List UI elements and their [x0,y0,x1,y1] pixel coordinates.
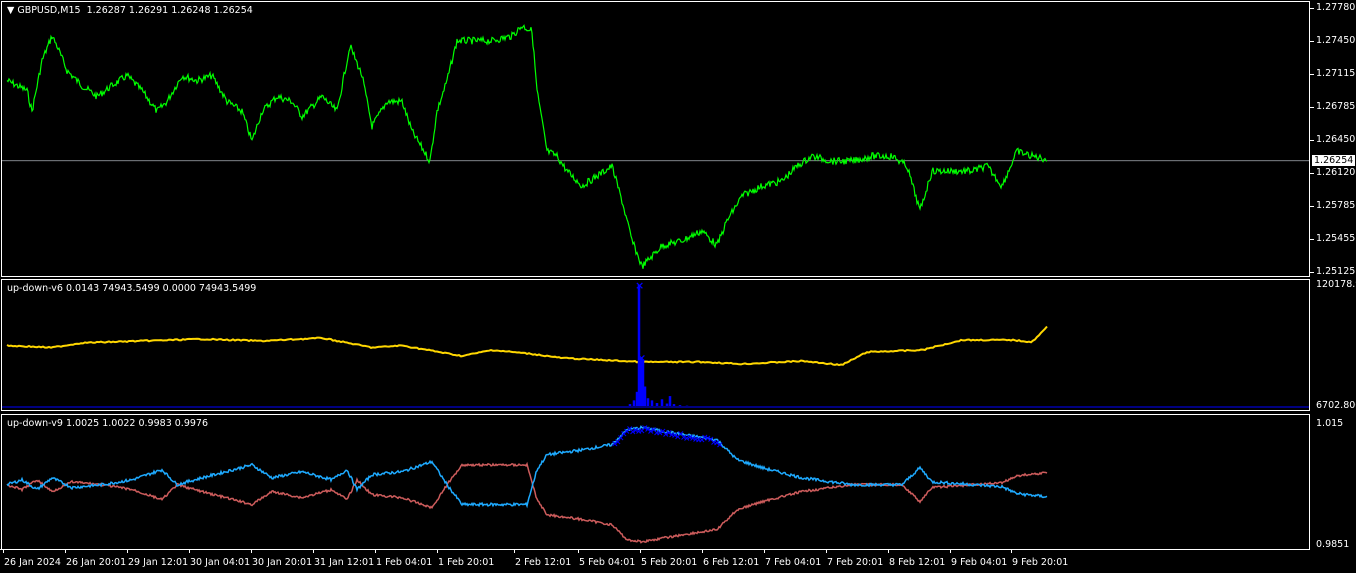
indicator-v6-label: up-down-v6 0.0143 74943.5499 0.0000 7494… [7,283,257,294]
time-tick [1011,549,1012,553]
indicator-up-down-v9-panel[interactable]: × × × × × × × × × × × × × × × × × × × × × × × × × × × × × × × × × × × × up-… [1,414,1310,550]
time-tick [437,549,438,553]
price-tick [1310,272,1314,273]
time-axis-label: 26 Jan 2024 [4,557,61,568]
v6-yellow-line [6,325,1048,367]
time-axis-label: 9 Feb 20:01 [1012,557,1069,568]
time-tick [189,549,190,553]
price-tick [1310,74,1314,75]
time-axis-label: 8 Feb 12:01 [889,557,946,568]
time-axis-label: 1 Feb 04:01 [376,557,433,568]
time-tick [578,549,579,553]
time-tick [65,549,66,553]
v9-signal-marker: × [716,440,724,450]
time-tick [251,549,252,553]
time-axis-label: 7 Feb 04:01 [765,557,822,568]
v6-axis-bottom: 6702.806 [1316,400,1356,411]
time-tick [514,549,515,553]
price-tick [1310,140,1314,141]
price-axis-label: 1.25785 [1316,200,1356,211]
ohlc-values: 1.26287 1.26291 1.26248 1.26254 [86,5,253,16]
v9-axis-top: 1.015 [1316,418,1344,429]
time-axis-label: 5 Feb 20:01 [641,557,698,568]
symbol-label: GBPUSD,M15 [17,5,81,16]
time-tick [888,549,889,553]
price-tick [1310,8,1314,9]
time-axis-label: 30 Jan 04:01 [190,557,251,568]
price-axis-label: 1.25455 [1316,233,1356,244]
time-axis-label: 1 Feb 20:01 [438,557,495,568]
price-line-chart [2,24,1309,269]
chart-title: ▼ GBPUSD,M15 1.26287 1.26291 1.26248 1.2… [7,5,253,16]
time-tick [950,549,951,553]
time-tick [702,549,703,553]
time-axis-label: 2 Feb 12:01 [515,557,572,568]
current-price-label: 1.26254 [1312,155,1356,166]
v6-axis-top: 120178.93 [1316,279,1356,290]
time-tick [3,549,4,553]
indicator-v9-chart: ×××××××××××××××××××××××××××××××××××× [6,423,1048,544]
price-axis-label: 1.25125 [1316,266,1356,277]
price-axis-label: 1.27115 [1316,68,1356,79]
price-tick [1310,206,1314,207]
time-axis-label: 30 Jan 20:01 [252,557,313,568]
collapse-triangle-icon[interactable]: ▼ [7,5,17,16]
time-axis-label: 5 Feb 04:01 [579,557,636,568]
time-axis-label: 9 Feb 04:01 [951,557,1008,568]
indicator-v9-label: up-down-v9 1.0025 1.0022 0.9983 0.9976 [7,418,208,429]
time-axis-line [0,549,1310,550]
time-axis-label: 29 Jan 12:01 [128,557,189,568]
time-tick [127,549,128,553]
price-axis-label: 1.27450 [1316,35,1356,46]
time-tick [764,549,765,553]
v6-peak-marker: × [635,280,644,292]
time-axis-label: 6 Feb 12:01 [703,557,760,568]
price-axis-label: 1.26120 [1316,167,1356,178]
time-tick [313,549,314,553]
price-axis-label: 1.27780 [1316,2,1356,13]
time-axis-label: 31 Jan 12:01 [314,557,375,568]
time-tick [640,549,641,553]
price-axis-label: 1.26785 [1316,101,1356,112]
price-axis-label: 1.26450 [1316,134,1356,145]
v9-axis-bottom: 0.9851 [1316,539,1350,550]
indicator-up-down-v6-panel[interactable]: × × up-down-v6 0.0143 74943.5499 0.0000 7… [1,279,1310,411]
time-axis-label: 7 Feb 20:01 [827,557,884,568]
price-tick [1310,107,1314,108]
v6-marker: × [637,352,646,365]
price-chart-panel[interactable]: ▼ GBPUSD,M15 1.26287 1.26291 1.26248 1.2… [1,1,1310,277]
price-tick [1310,239,1314,240]
time-tick [826,549,827,553]
price-tick [1310,173,1314,174]
time-tick [375,549,376,553]
time-axis-label: 26 Jan 20:01 [66,557,127,568]
price-tick [1310,41,1314,42]
indicator-v6-chart: ×× [2,280,1309,408]
price-line [6,24,1048,269]
